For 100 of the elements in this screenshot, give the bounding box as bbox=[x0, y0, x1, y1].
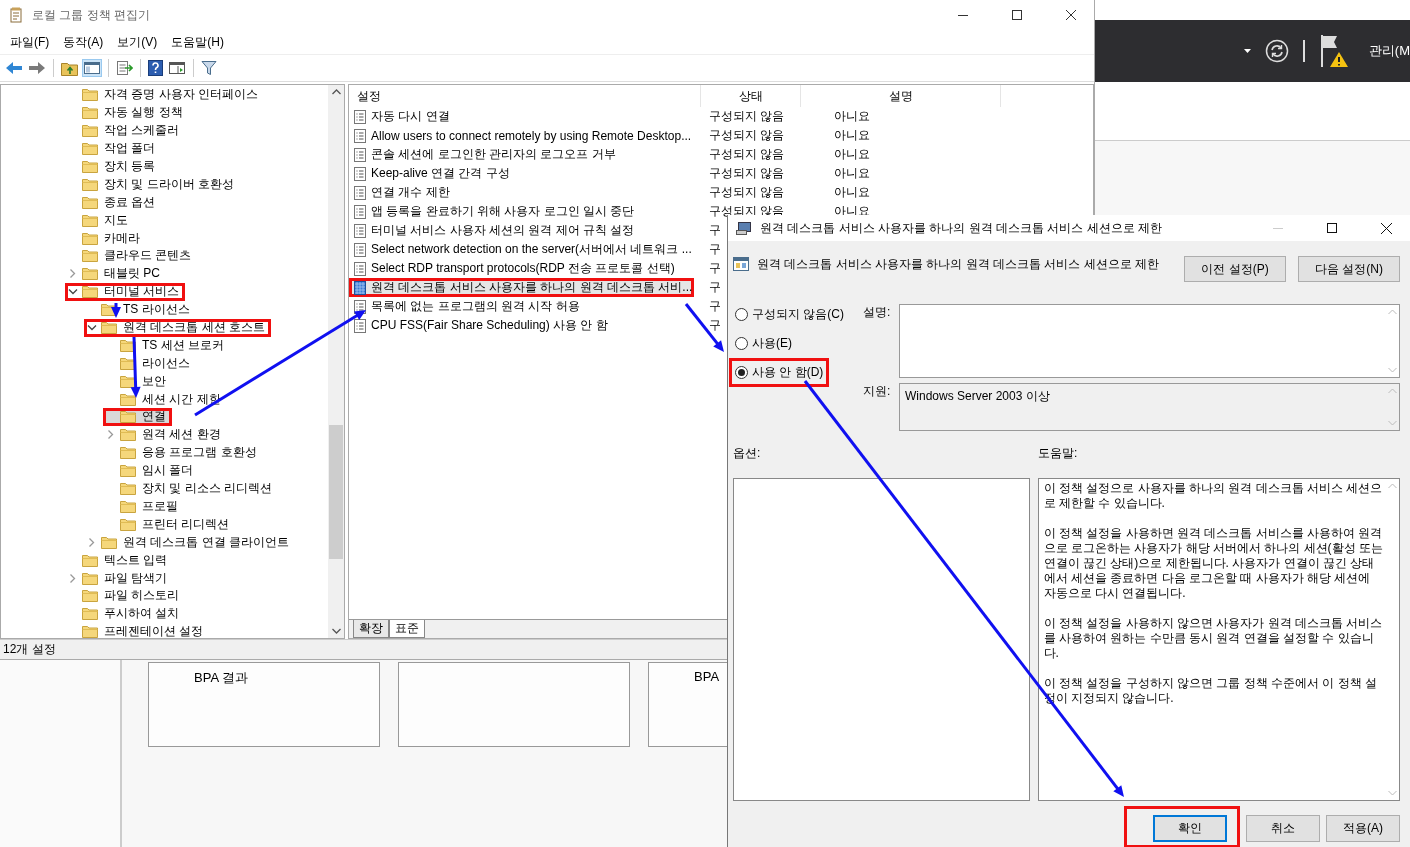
tree-item[interactable]: 임시 폴더 bbox=[103, 461, 200, 480]
policy-icon bbox=[354, 280, 366, 295]
tree-item[interactable]: 종료 옵션 bbox=[65, 193, 162, 212]
setting-row[interactable]: 터미널 서비스 사용자 세션의 원격 제어 규칙 설정 bbox=[349, 221, 694, 240]
arrow bbox=[111, 303, 121, 318]
table-cell: 구성되지 않음 bbox=[709, 108, 785, 125]
scroll-up-icon[interactable] bbox=[331, 89, 341, 95]
table-cell: 구 bbox=[709, 222, 721, 239]
nav-button[interactable]: 다음 설정(N) bbox=[1298, 256, 1400, 282]
tree-item[interactable]: 원격 세션 환경 bbox=[103, 425, 227, 444]
forward-arrow-icon[interactable] bbox=[28, 61, 46, 75]
export-list-icon[interactable] bbox=[116, 60, 133, 76]
maximize-icon[interactable] bbox=[1327, 223, 1337, 233]
help-icon[interactable] bbox=[148, 60, 163, 76]
menu-item[interactable]: 보기(V) bbox=[117, 33, 158, 51]
tree-item[interactable]: 자격 증명 사용자 인터페이스 bbox=[65, 85, 264, 104]
flag-warning-icon[interactable] bbox=[1318, 33, 1351, 69]
column-header[interactable]: 상태 bbox=[701, 85, 801, 107]
tree-item[interactable]: 라이선스 bbox=[103, 354, 196, 373]
filter-icon[interactable] bbox=[201, 60, 217, 76]
close-icon[interactable] bbox=[1066, 10, 1076, 20]
tree-view-icon[interactable] bbox=[83, 60, 101, 76]
tree-item[interactable]: 작업 폴더 bbox=[65, 139, 162, 158]
chevron-down-icon[interactable] bbox=[68, 288, 78, 295]
tree-item[interactable]: 장치 등록 bbox=[65, 157, 162, 176]
section-label: 도움말: bbox=[1038, 445, 1078, 462]
setting-row[interactable]: CPU FSS(Fair Share Scheduling) 사용 안 함 bbox=[349, 316, 694, 335]
folder-up-icon[interactable] bbox=[61, 60, 78, 76]
menu-item[interactable]: 관리(M bbox=[1368, 42, 1410, 60]
tree-item[interactable]: 클라우드 콘텐츠 bbox=[65, 246, 198, 265]
tree-item[interactable]: 프레젠테이션 설정 bbox=[65, 622, 210, 638]
setting-row[interactable]: 자동 다시 연결 bbox=[349, 107, 694, 126]
tree-item[interactable]: 푸시하여 설치 bbox=[65, 604, 186, 623]
folder-icon bbox=[82, 195, 98, 209]
notepad-icon bbox=[8, 7, 24, 23]
tree-item[interactable]: 작업 스케줄러 bbox=[65, 121, 186, 140]
setting-row[interactable]: 콘솔 세션에 로그인한 관리자의 로그오프 거부 bbox=[349, 145, 694, 164]
nav-button[interactable]: 이전 설정(P) bbox=[1184, 256, 1286, 282]
chevron-right-icon[interactable] bbox=[106, 430, 116, 440]
tree-item[interactable]: 자동 실행 정책 bbox=[65, 103, 189, 122]
menu-item[interactable]: 동작(A) bbox=[63, 33, 104, 51]
scroll-thumb[interactable] bbox=[329, 425, 343, 559]
panel-view-icon[interactable] bbox=[168, 60, 186, 76]
chevron-down-icon[interactable] bbox=[87, 324, 97, 331]
tree-item[interactable]: 태블릿 PC bbox=[65, 264, 166, 283]
chevron-right-icon[interactable] bbox=[68, 573, 78, 583]
setting-row[interactable]: 앱 등록을 완료하기 위해 사용자 로그인 일시 중단 bbox=[349, 202, 694, 221]
tree-item[interactable]: 파일 히스토리 bbox=[65, 586, 186, 605]
caret-icon[interactable] bbox=[1243, 49, 1251, 53]
tree-item[interactable]: 지도 bbox=[65, 211, 134, 230]
folder-icon bbox=[82, 231, 98, 245]
chevron-right-icon[interactable] bbox=[68, 269, 78, 279]
menu-item[interactable]: 파일(F) bbox=[10, 33, 50, 51]
tree-item[interactable]: 프로필 bbox=[103, 497, 184, 516]
folder-icon bbox=[120, 464, 136, 478]
folder-icon bbox=[101, 321, 117, 335]
scroll-down-icon[interactable] bbox=[331, 628, 341, 634]
policy-heading: 원격 데스크톱 서비스 사용자를 하나의 원격 데스크톱 서비스 세션으로 제한 bbox=[757, 256, 1159, 273]
dialog-button[interactable]: 취소 bbox=[1246, 815, 1320, 842]
maximize-icon[interactable] bbox=[1012, 10, 1022, 20]
tree-item[interactable]: 터미널 서비스 bbox=[65, 282, 186, 301]
radio-option[interactable]: 사용 안 함(D) bbox=[729, 358, 830, 387]
policy-icon bbox=[354, 128, 366, 143]
column-header[interactable]: 설명 bbox=[801, 85, 1001, 107]
setting-row[interactable]: Keep-alive 연결 간격 구성 bbox=[349, 164, 694, 183]
tree-item[interactable]: 장치 및 드라이버 호환성 bbox=[65, 175, 240, 194]
dialog-button[interactable]: 확인 bbox=[1153, 815, 1227, 842]
tree-item[interactable]: 파일 탐색기 bbox=[65, 569, 174, 587]
tree-item[interactable]: 카메라 bbox=[65, 229, 146, 248]
tree-item[interactable]: 텍스트 입력 bbox=[65, 551, 174, 570]
folder-icon bbox=[82, 88, 98, 102]
back-arrow-icon[interactable] bbox=[5, 61, 23, 75]
chevron-right-icon[interactable] bbox=[87, 537, 97, 547]
setting-row[interactable]: Select RDP transport protocols(RDP 전송 프로토콜 선택) bbox=[349, 259, 694, 278]
table-cell: 아니요 bbox=[834, 108, 870, 125]
dialog-button[interactable]: 적용(A) bbox=[1326, 815, 1400, 842]
close-icon[interactable] bbox=[1381, 222, 1392, 234]
refresh-icon[interactable] bbox=[1264, 39, 1289, 63]
tree-item[interactable]: 프린터 리디렉션 bbox=[103, 515, 236, 534]
tree-item[interactable]: 보안 bbox=[103, 372, 172, 391]
folder-icon bbox=[82, 267, 98, 281]
tree-item[interactable]: 장치 및 리소스 리디렉션 bbox=[103, 479, 278, 498]
setting-row[interactable]: 연결 개수 제한 bbox=[349, 183, 694, 202]
radio-option[interactable]: 구성되지 않음(C) bbox=[729, 300, 850, 329]
tab[interactable]: 표준 bbox=[389, 620, 425, 638]
folder-icon bbox=[120, 356, 136, 370]
tree-item[interactable]: 원격 데스크톱 연결 클라이언트 bbox=[84, 533, 295, 552]
setting-row[interactable]: Select network detection on the server(서버에서 네트워크 ... bbox=[349, 240, 694, 259]
supported-text: Windows Server 2003 이상 bbox=[904, 388, 1051, 405]
scrollbar[interactable] bbox=[328, 85, 344, 638]
setting-row[interactable]: Allow users to connect remotely by using Remote Desktop... bbox=[349, 126, 694, 145]
tree-item[interactable]: 연결 bbox=[103, 408, 172, 426]
tab[interactable]: 확장 bbox=[353, 620, 389, 638]
menu-item[interactable]: 도움말(H) bbox=[171, 33, 224, 51]
radio-option[interactable]: 사용(E) bbox=[729, 329, 798, 358]
column-header[interactable]: 설정 bbox=[349, 85, 701, 107]
tree-item[interactable]: TS 세션 브로커 bbox=[103, 336, 230, 355]
tree-item[interactable]: 응용 프로그램 호환성 bbox=[103, 443, 263, 462]
tree-item[interactable]: 원격 데스크톱 세션 호스트 bbox=[84, 318, 271, 337]
folder-icon bbox=[120, 428, 136, 442]
